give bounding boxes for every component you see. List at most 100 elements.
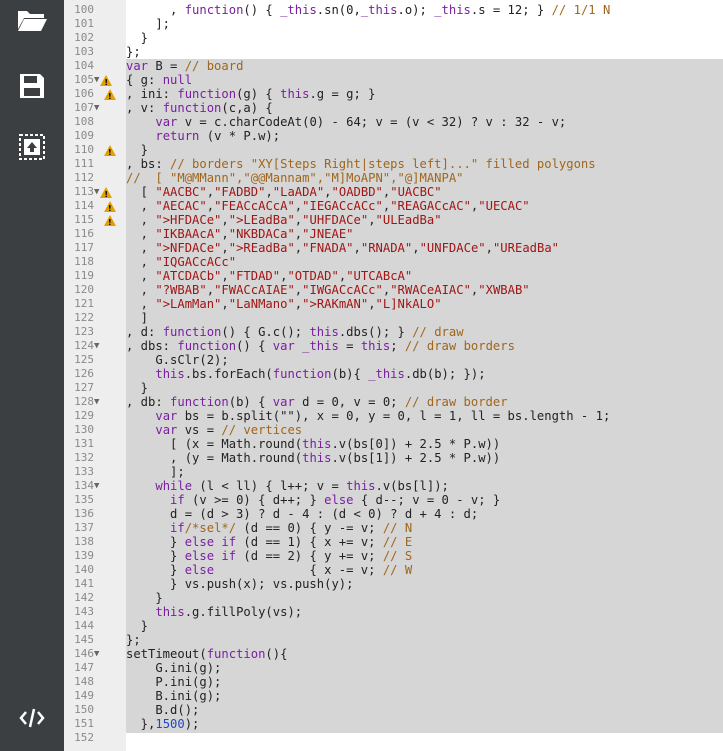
save-icon: [19, 73, 45, 99]
code-line[interactable]: 135 if (v >= 0) { d++; } else { d--; v =…: [64, 493, 723, 507]
code-line[interactable]: 117 , ">NFDACe",">REadBa","FNADA","RNADA…: [64, 241, 723, 255]
fold-toggle-icon[interactable]: ▼: [94, 395, 99, 409]
save-button[interactable]: [0, 58, 64, 114]
code-line[interactable]: 119 , "ATCDACb","FTDAD","OTDAD","UTCABcA…: [64, 269, 723, 283]
code-line[interactable]: 101 ];: [64, 17, 723, 31]
warning-icon[interactable]: [104, 144, 116, 160]
code-line[interactable]: 105▼ { g: null: [64, 73, 723, 90]
gutter-markers: [94, 507, 124, 521]
code-line[interactable]: 121 , ">LAmMan","LaNMano",">RAKmAN","L]N…: [64, 297, 723, 311]
code-line[interactable]: 136 d = (d > 3) ? d - 4 : (d < 0) ? d + …: [64, 507, 723, 521]
gutter-markers: [94, 171, 124, 185]
code-line[interactable]: 130 var vs = // vertices: [64, 423, 723, 437]
code-line[interactable]: 141 } vs.push(x); vs.push(y);: [64, 577, 723, 591]
code-line[interactable]: 128 ▼ , db: function(b) { var d = 0, v = 0…: [64, 395, 723, 409]
gutter-markers: [94, 717, 124, 731]
code-line[interactable]: 142 }: [64, 591, 723, 605]
upload-button[interactable]: [0, 119, 64, 175]
line-number: 126: [74, 367, 94, 380]
code-text: B.ini(g);: [126, 689, 222, 703]
code-line[interactable]: 110 }: [64, 143, 723, 160]
code-line[interactable]: 129 var bs = b.split(""), x = 0, y = 0, …: [64, 409, 723, 423]
code-text: , "IKBAAcA","NKBDACa","JNEAE": [126, 227, 354, 241]
code-line[interactable]: 148 P.ini(g);: [64, 675, 723, 689]
code-line[interactable]: 125 G.sClr(2);: [64, 353, 723, 367]
fold-toggle-icon[interactable]: ▼: [94, 339, 99, 353]
line-number: 124: [74, 339, 94, 352]
code-line[interactable]: 126 this.bs.forEach(function(b){ _this.d…: [64, 367, 723, 381]
code-line[interactable]: 150 B.d();: [64, 703, 723, 717]
code-text: B.d();: [126, 703, 200, 717]
code-text: , ">NFDACe",">REadBa","FNADA","RNADA","U…: [126, 241, 560, 255]
code-line[interactable]: 106 , ini: function(g) { this.g = g; }: [64, 87, 723, 104]
code-line[interactable]: 152: [64, 731, 723, 745]
code-text: , ini: function(g) { this.g = g; }: [126, 87, 376, 101]
line-number: 150: [74, 703, 94, 716]
line-number: 122: [74, 311, 94, 324]
warning-icon[interactable]: [104, 214, 116, 230]
code-line[interactable]: 122 ]: [64, 311, 723, 325]
code-line[interactable]: 118 , "IQGACcACc": [64, 255, 723, 269]
code-line[interactable]: 131 [ (x = Math.round(this.v(bs[0]) + 2.…: [64, 437, 723, 451]
code-line[interactable]: 124 ▼ , dbs: function() { var _this = this…: [64, 339, 723, 353]
line-number: 135: [74, 493, 94, 506]
code-line[interactable]: 132 , (y = Math.round(this.v(bs[1]) + 2.…: [64, 451, 723, 465]
code-line[interactable]: 134 ▼ while (l < ll) { l++; v = this.v(bs…: [64, 479, 723, 493]
fold-toggle-icon[interactable]: ▼: [94, 101, 99, 115]
line-number: 105: [74, 73, 94, 86]
fold-toggle-icon[interactable]: ▼: [94, 479, 99, 493]
code-line[interactable]: 107 ▼ , v: function(c,a) {: [64, 101, 723, 115]
code-line[interactable]: 127 }: [64, 381, 723, 395]
code-text: if (v >= 0) { d++; } else { d--; v = 0 -…: [170, 493, 501, 507]
code-text: , dbs: function() { var _this = this; //…: [126, 339, 515, 353]
code-line[interactable]: 113▼ [ "AACBC","FADBD","LaADA","OADBD","…: [64, 185, 723, 202]
code-text: , ">HFDACe",">LEadBa","UHFDACe","ULEadBa…: [126, 213, 442, 227]
gutter-markers: [94, 283, 124, 297]
line-number: 144: [74, 619, 94, 632]
code-line[interactable]: 145};: [64, 633, 723, 647]
code-line[interactable]: 144 }: [64, 619, 723, 633]
gutter-markers: [94, 521, 124, 535]
code-line[interactable]: 109 return (v * P.w);: [64, 129, 723, 143]
code-line[interactable]: 116 , "IKBAAcA","NKBDACa","JNEAE": [64, 227, 723, 241]
fold-toggle-icon[interactable]: ▼: [94, 73, 99, 87]
code-editor[interactable]: 100 , function() { _this.sn(0,_this.o); …: [64, 0, 723, 751]
fold-toggle-icon[interactable]: ▼: [94, 647, 99, 661]
code-line[interactable]: 104 var B = // board: [64, 59, 723, 73]
warning-icon[interactable]: [100, 186, 113, 202]
code-line[interactable]: 147 G.ini(g);: [64, 661, 723, 675]
gutter-markers: [94, 367, 124, 381]
code-view-button[interactable]: [0, 690, 64, 746]
gutter-markers: [94, 675, 124, 689]
code-line[interactable]: 103};: [64, 45, 723, 59]
code-line[interactable]: 112 // [ "M@MMann","@@Mannam","M]MoAPN","…: [64, 171, 723, 185]
open-folder-button[interactable]: [0, 0, 64, 48]
code-line[interactable]: 143 this.g.fillPoly(vs);: [64, 605, 723, 619]
gutter-markers: [94, 157, 124, 171]
warning-icon[interactable]: [104, 88, 116, 104]
code-line[interactable]: 151 },1500);: [64, 717, 723, 731]
code-line[interactable]: 137 if/*sel*/ (d == 0) { y -= v; // N: [64, 521, 723, 535]
code-line[interactable]: 100 , function() { _this.sn(0,_this.o); …: [64, 3, 723, 17]
code-text: , (y = Math.round(this.v(bs[1]) + 2.5 * …: [126, 451, 501, 465]
code-line[interactable]: 139 } else if (d == 2) { y += v; // S: [64, 549, 723, 563]
code-line[interactable]: 133 ];: [64, 465, 723, 479]
code-line[interactable]: 146 ▼ setTimeout(function(){: [64, 647, 723, 661]
code-line[interactable]: 123 , d: function() { G.c(); this.dbs(); …: [64, 325, 723, 339]
code-line[interactable]: 114 , "AECAC","FEACcACcA","IEGACcACc","R…: [64, 199, 723, 216]
code-line[interactable]: 111 , bs: // borders "XY[Steps Right|step…: [64, 157, 723, 171]
gutter-markers: [94, 731, 124, 745]
code-line[interactable]: 149 B.ini(g);: [64, 689, 723, 703]
code-line[interactable]: 140 } else { x -= v; // W: [64, 563, 723, 577]
fold-toggle-icon[interactable]: ▼: [94, 185, 99, 199]
line-number: 143: [74, 605, 94, 618]
code-line[interactable]: 102 }: [64, 31, 723, 45]
line-number: 142: [74, 591, 94, 604]
code-line[interactable]: 115 , ">HFDACe",">LEadBa","UHFDACe","ULE…: [64, 213, 723, 230]
code-line[interactable]: 120 , "?WBAB","FWACcAIAE","IWGACcACc","R…: [64, 283, 723, 297]
warning-icon[interactable]: [104, 200, 116, 216]
code-text: G.ini(g);: [126, 661, 222, 675]
code-line[interactable]: 108 var v = c.charCodeAt(0) - 64; v = (v…: [64, 115, 723, 129]
warning-icon[interactable]: [100, 74, 113, 90]
code-line[interactable]: 138 } else if (d == 1) { x += v; // E: [64, 535, 723, 549]
